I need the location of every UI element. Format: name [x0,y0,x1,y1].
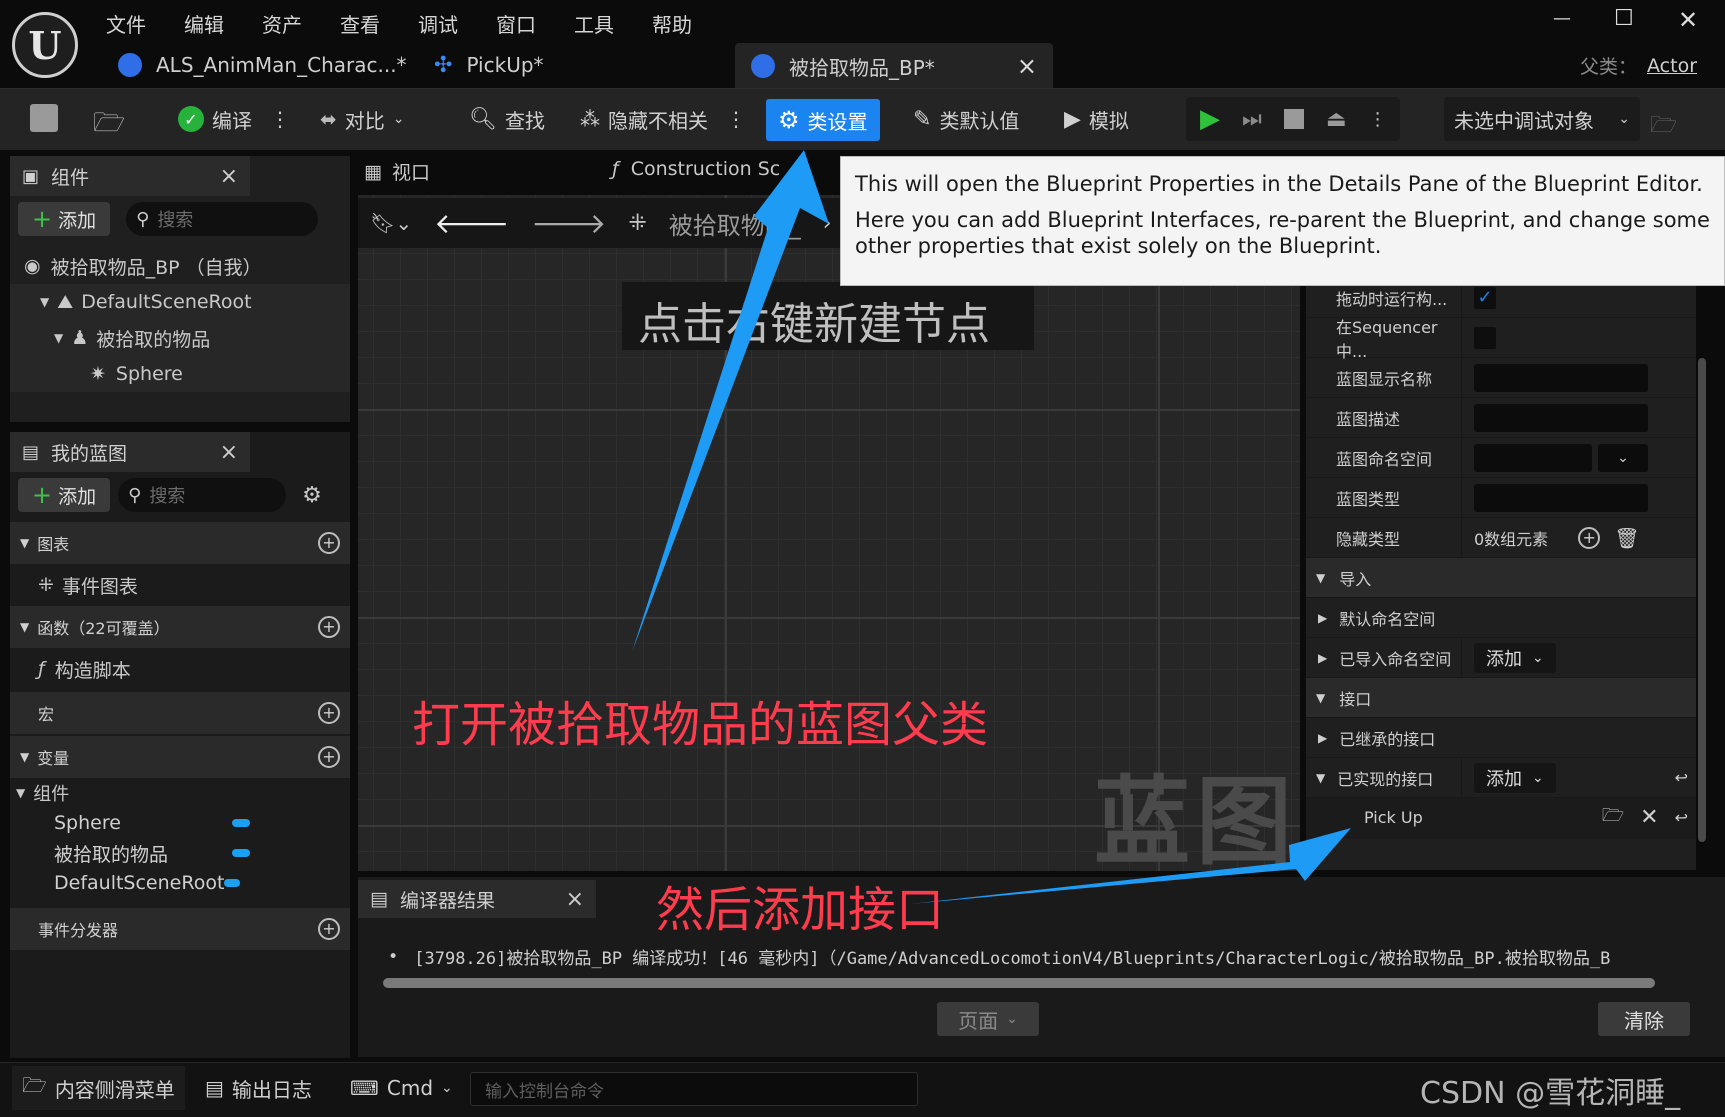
arrow-to-pickup-interface [910,828,1351,904]
annotation-arrows [632,150,1351,904]
arrow-to-class-settings [632,150,829,652]
